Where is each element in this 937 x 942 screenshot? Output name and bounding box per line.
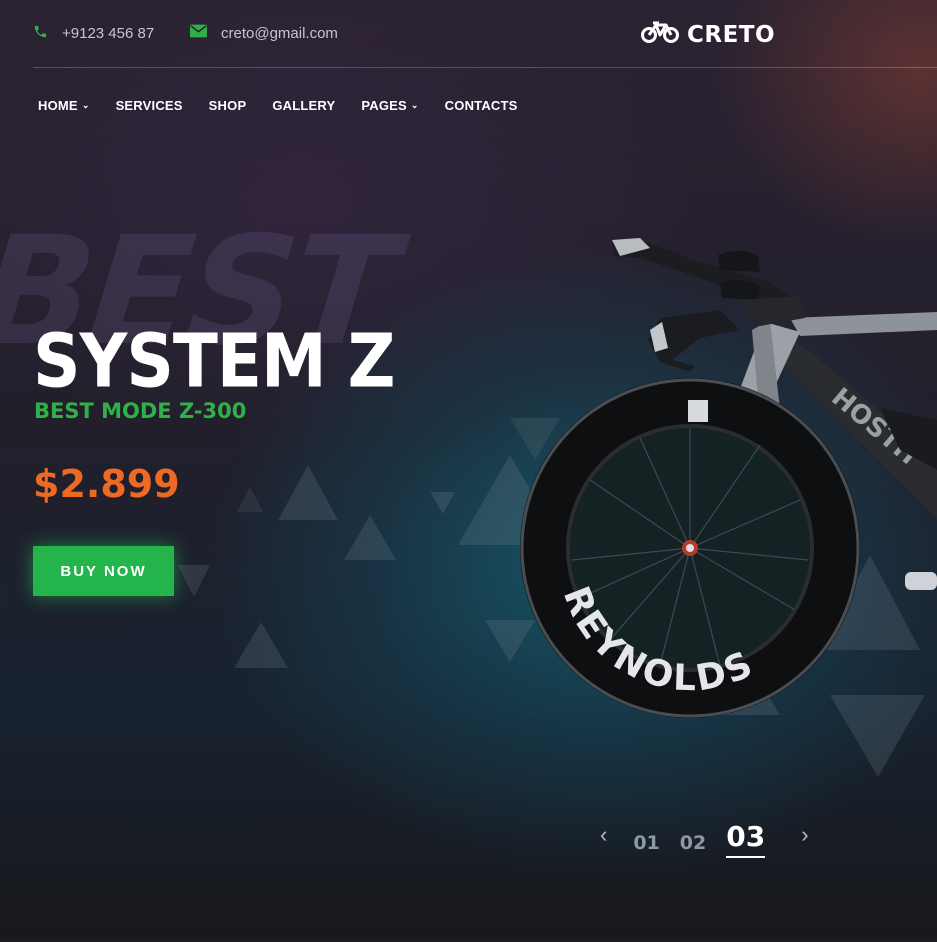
buy-now-button[interactable]: BUY NOW bbox=[33, 546, 174, 596]
slide-number-03[interactable]: 03 bbox=[726, 820, 766, 858]
slider-pagination: ‹ 01 02 03 › bbox=[600, 820, 809, 858]
hero-subtitle: BEST MODE Z-300 bbox=[34, 399, 247, 423]
slide-number-01[interactable]: 01 bbox=[633, 832, 659, 854]
chevron-left-icon[interactable]: ‹ bbox=[600, 822, 607, 848]
chevron-right-icon[interactable]: › bbox=[801, 822, 808, 848]
slide-number-02[interactable]: 02 bbox=[680, 832, 706, 854]
hero-price: $2.899 bbox=[33, 462, 180, 506]
hero-title: SYSTEM Z bbox=[33, 318, 395, 405]
